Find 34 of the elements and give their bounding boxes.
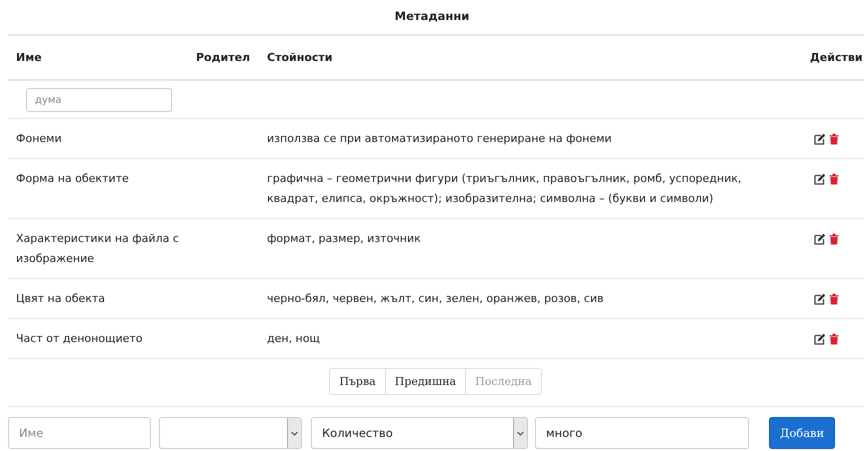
table-cell-text: използва се при автоматизираното генериране на фонеми: [267, 131, 613, 147]
trash-icon[interactable]: [829, 133, 839, 145]
page-title: Метаданни: [394, 8, 470, 25]
name-field[interactable]: Име: [8, 417, 151, 449]
edit-icon[interactable]: [814, 333, 826, 345]
column-header: Стойности: [267, 50, 334, 66]
value-field[interactable]: много: [535, 417, 749, 449]
trash-icon[interactable]: [829, 293, 839, 305]
table-cell-text: черно-бял, червен, жълт, син, зелен, оранжев, розов, сив: [267, 291, 605, 307]
edit-icon[interactable]: [814, 173, 826, 185]
table-cell-text: Характеристики на файла с изображение: [15, 231, 180, 267]
table-cell-text: Цвят на обекта: [15, 291, 106, 307]
table-cell-text: графична – геометрични фигури (триъгълник, правоъгълник, ромб, успоредник, квадрат, елипса, окръжност); изобразителна; символна – (букви и символи): [267, 171, 742, 207]
table-cell-text: Форма на обектите: [15, 171, 130, 187]
edit-icon[interactable]: [814, 233, 826, 245]
trash-icon[interactable]: [829, 233, 839, 245]
table-cell-text: Фонеми: [15, 131, 63, 147]
edit-icon[interactable]: [814, 133, 826, 145]
table-cell-text: формат, размер, източник: [267, 231, 422, 247]
pagination-button[interactable]: Предишна: [384, 368, 466, 395]
column-header: Действи: [810, 50, 864, 66]
edit-icon[interactable]: [814, 293, 826, 305]
search-field[interactable]: дума: [26, 88, 172, 112]
trash-icon[interactable]: [829, 173, 839, 185]
pagination-button[interactable]: Първа: [329, 368, 386, 395]
table-cell-text: ден, нощ: [267, 331, 321, 347]
trash-icon[interactable]: [829, 333, 839, 345]
caret-icon: [291, 430, 298, 436]
column-header: Име: [15, 50, 43, 66]
add-button[interactable]: Добави: [769, 417, 836, 449]
table-cell-text: Част от денонощието: [15, 331, 144, 347]
column-header: Родител: [196, 50, 252, 66]
type-select[interactable]: Количество: [311, 417, 528, 449]
caret-icon: [517, 430, 524, 436]
